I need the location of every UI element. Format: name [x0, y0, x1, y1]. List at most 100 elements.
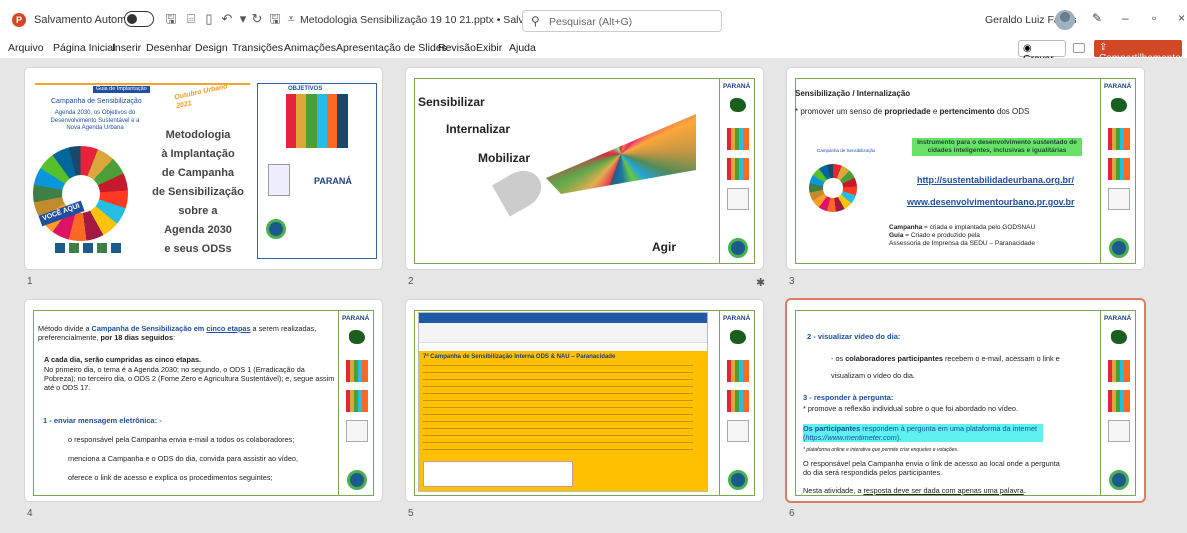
slide2-word-mobilizar: Mobilizar: [478, 151, 531, 165]
menu-inserir[interactable]: Inserir: [112, 42, 141, 54]
sdg-grid-icon: [346, 360, 368, 382]
menu-arquivo[interactable]: Arquivo: [8, 42, 44, 54]
menu-exibir[interactable]: Exibir: [476, 42, 502, 54]
text-bold: Guia: [889, 232, 904, 240]
share-button[interactable]: ⇪ Compartilhamento: [1094, 40, 1182, 64]
text-bold: colaboradores participantes: [845, 354, 943, 363]
slide1-title: Metodologia à Implantação de Campanha de…: [143, 126, 253, 259]
slide4-step1-line: menciona a Campanha e o ODS do dia, conv…: [68, 454, 298, 463]
menu-pagina-inicial[interactable]: Página Inicial: [53, 42, 115, 54]
bird-logo-icon: [730, 98, 746, 112]
slide1-title-line: à Implantação: [161, 148, 235, 160]
slide1-back-cover: OBJETIVOS PARANÁ: [257, 83, 377, 259]
slide6-note: Nesta atividade, a resposta deve ser dad…: [803, 486, 1083, 495]
slide1-title-line: Metodologia: [165, 129, 231, 141]
record-button[interactable]: ◉ Gravar: [1018, 40, 1066, 65]
slide4-step1-line: o responsável pela Campanha envia e-mail…: [68, 435, 295, 444]
text: e: [930, 107, 940, 116]
slide3-credits: Campanha = criada e implantada pelo GODS…: [889, 224, 1089, 248]
slide-thumbnail-5[interactable]: 7ª Campanha de Sensibilização Interna OD…: [406, 300, 763, 501]
slide-number: 6: [789, 508, 795, 519]
text: Método divide a: [38, 324, 92, 333]
slide3-title: Sensibilização / Internalização: [795, 89, 911, 98]
save-icon[interactable]: 🖫: [164, 11, 178, 27]
undo-icon[interactable]: ↶: [220, 11, 234, 27]
text: = criada e implantada pelo GODSNAU: [922, 224, 1036, 231]
seal-icon: [347, 470, 367, 490]
parana-logo: PARANÁ: [314, 176, 352, 186]
guide-cover-icon: [727, 188, 749, 210]
slide2-word-internalizar: Internalizar: [446, 122, 511, 136]
slide-sidebar: PARANÁ: [1100, 78, 1136, 264]
bird-logo-icon: [1111, 98, 1127, 112]
slide3-link1[interactable]: http://sustentabilidadeurbana.org.br/: [917, 175, 1074, 186]
bird-logo-icon: [349, 330, 365, 344]
slide6-highlight: Os participantes respondem à pergunta em…: [803, 424, 1043, 443]
slide6-step2: 2 - visualizar vídeo do dia:: [807, 332, 901, 341]
menu-revisao[interactable]: Revisão: [438, 42, 476, 54]
mentimeter-link[interactable]: https://www.mentimeter.com: [805, 433, 896, 442]
save-as-icon[interactable]: 🖫: [268, 11, 282, 27]
email-header: [419, 323, 707, 343]
user-avatar[interactable]: [1055, 10, 1075, 30]
parana-logo: PARANÁ: [723, 315, 751, 322]
slide6-step2-text: - os colaboradores participantes recebem…: [831, 350, 1071, 384]
slide-thumbnail-1[interactable]: Guia de Implantação Campanha de Sensibil…: [25, 68, 382, 269]
text-underline: resposta deve ser dada com apenas uma pa…: [863, 486, 1024, 495]
autosave-toggle[interactable]: [124, 11, 154, 27]
customize-quick-access-icon[interactable]: ⩡: [284, 11, 298, 27]
pen-icon[interactable]: ✎: [1092, 11, 1102, 25]
bird-logo-icon: [1111, 330, 1127, 344]
menu-transicoes[interactable]: Transições: [232, 42, 283, 54]
slide-sidebar: PARANÁ: [719, 310, 755, 496]
guide-cover-icon: [1108, 420, 1130, 442]
powerpoint-icon: P: [12, 13, 26, 27]
redo-icon[interactable]: ↻: [250, 11, 264, 27]
slide3-campaign-cover: Campanha de Sensibilização: [817, 148, 876, 153]
slide1-title-line: e seus ODSs: [164, 243, 232, 255]
sdg-grid-icon: [1108, 390, 1130, 412]
undo-dropdown-icon[interactable]: ▾: [236, 11, 250, 27]
slide4-intro: Método divide a Campanha de Sensibilizaç…: [38, 324, 330, 342]
slide3-link2[interactable]: www.desenvolvimentourbano.pr.gov.br: [907, 197, 1075, 208]
text: ).: [896, 433, 902, 443]
layout-icon[interactable]: ⌸: [184, 11, 198, 27]
slide-thumbnail-6[interactable]: 2 - visualizar vídeo do dia: - os colabo…: [787, 300, 1144, 501]
minimize-icon[interactable]: –: [1122, 11, 1129, 25]
slide-thumbnail-3[interactable]: Sensibilização / Internalização * promov…: [787, 68, 1144, 269]
menu-ajuda[interactable]: Ajuda: [509, 42, 536, 54]
menu-design[interactable]: Design: [195, 42, 228, 54]
search-input[interactable]: ⚲ Pesquisar (Alt+G): [522, 10, 722, 32]
slide6-small-note: * plataforma online e interativa que per…: [803, 447, 959, 453]
seal-icon: [266, 219, 286, 239]
slide-thumbnail-2[interactable]: Sensibilizar Internalizar Mobilizar Agir…: [406, 68, 763, 269]
email-screenshot: 7ª Campanha de Sensibilização Interna OD…: [418, 312, 708, 492]
slide4-step1-line: oferece o link de acesso e explica os pr…: [68, 473, 273, 482]
parana-logo: PARANÁ: [1104, 315, 1132, 322]
text: = Criado e produzido pela: [903, 232, 980, 240]
sdg-grid-icon: [286, 94, 348, 148]
close-icon[interactable]: ×: [1178, 11, 1185, 25]
menu-apresentacao[interactable]: Apresentação de Slides: [336, 42, 447, 54]
menu-desenhar[interactable]: Desenhar: [146, 42, 192, 54]
menu-animacoes[interactable]: Animações: [284, 42, 336, 54]
slide3-instrument: Instrumento para o desenvolvimento suste…: [912, 138, 1082, 157]
text-underline: cinco etapas: [206, 324, 251, 333]
email-body: 7ª Campanha de Sensibilização Interna OD…: [419, 351, 707, 491]
slide1-guide: Guia de Implantação: [93, 86, 150, 93]
ods-title: OBJETIVOS: [288, 86, 323, 92]
menu-bar: Arquivo Página Inicial Inserir Desenhar …: [0, 40, 1187, 58]
title-bar: P Salvamento Automático 🖫 ⌸ ▯ ↶ ▾ ↻ 🖫 ⩡ …: [0, 0, 1187, 40]
bird-logo-icon: [730, 330, 746, 344]
text-bold: por 18 dias seguidos: [100, 333, 174, 343]
sdg-grid-icon: [1108, 360, 1130, 382]
restore-icon[interactable]: ▫: [1152, 11, 1156, 25]
slide-sorter: Guia de Implantação Campanha de Sensibil…: [0, 58, 1187, 533]
slide6-responsible: O responsável pela Campanha envia o link…: [803, 459, 1060, 478]
comment-icon[interactable]: [1073, 43, 1085, 53]
slide4-daily-bold: A cada dia, serão cumpridas as cinco eta…: [44, 355, 202, 364]
transition-star-icon[interactable]: ✱: [756, 276, 765, 289]
text: Nesta atividade, a: [803, 486, 864, 495]
slide-thumbnail-4[interactable]: Método divide a Campanha de Sensibilizaç…: [25, 300, 382, 501]
new-icon[interactable]: ▯: [202, 11, 216, 27]
